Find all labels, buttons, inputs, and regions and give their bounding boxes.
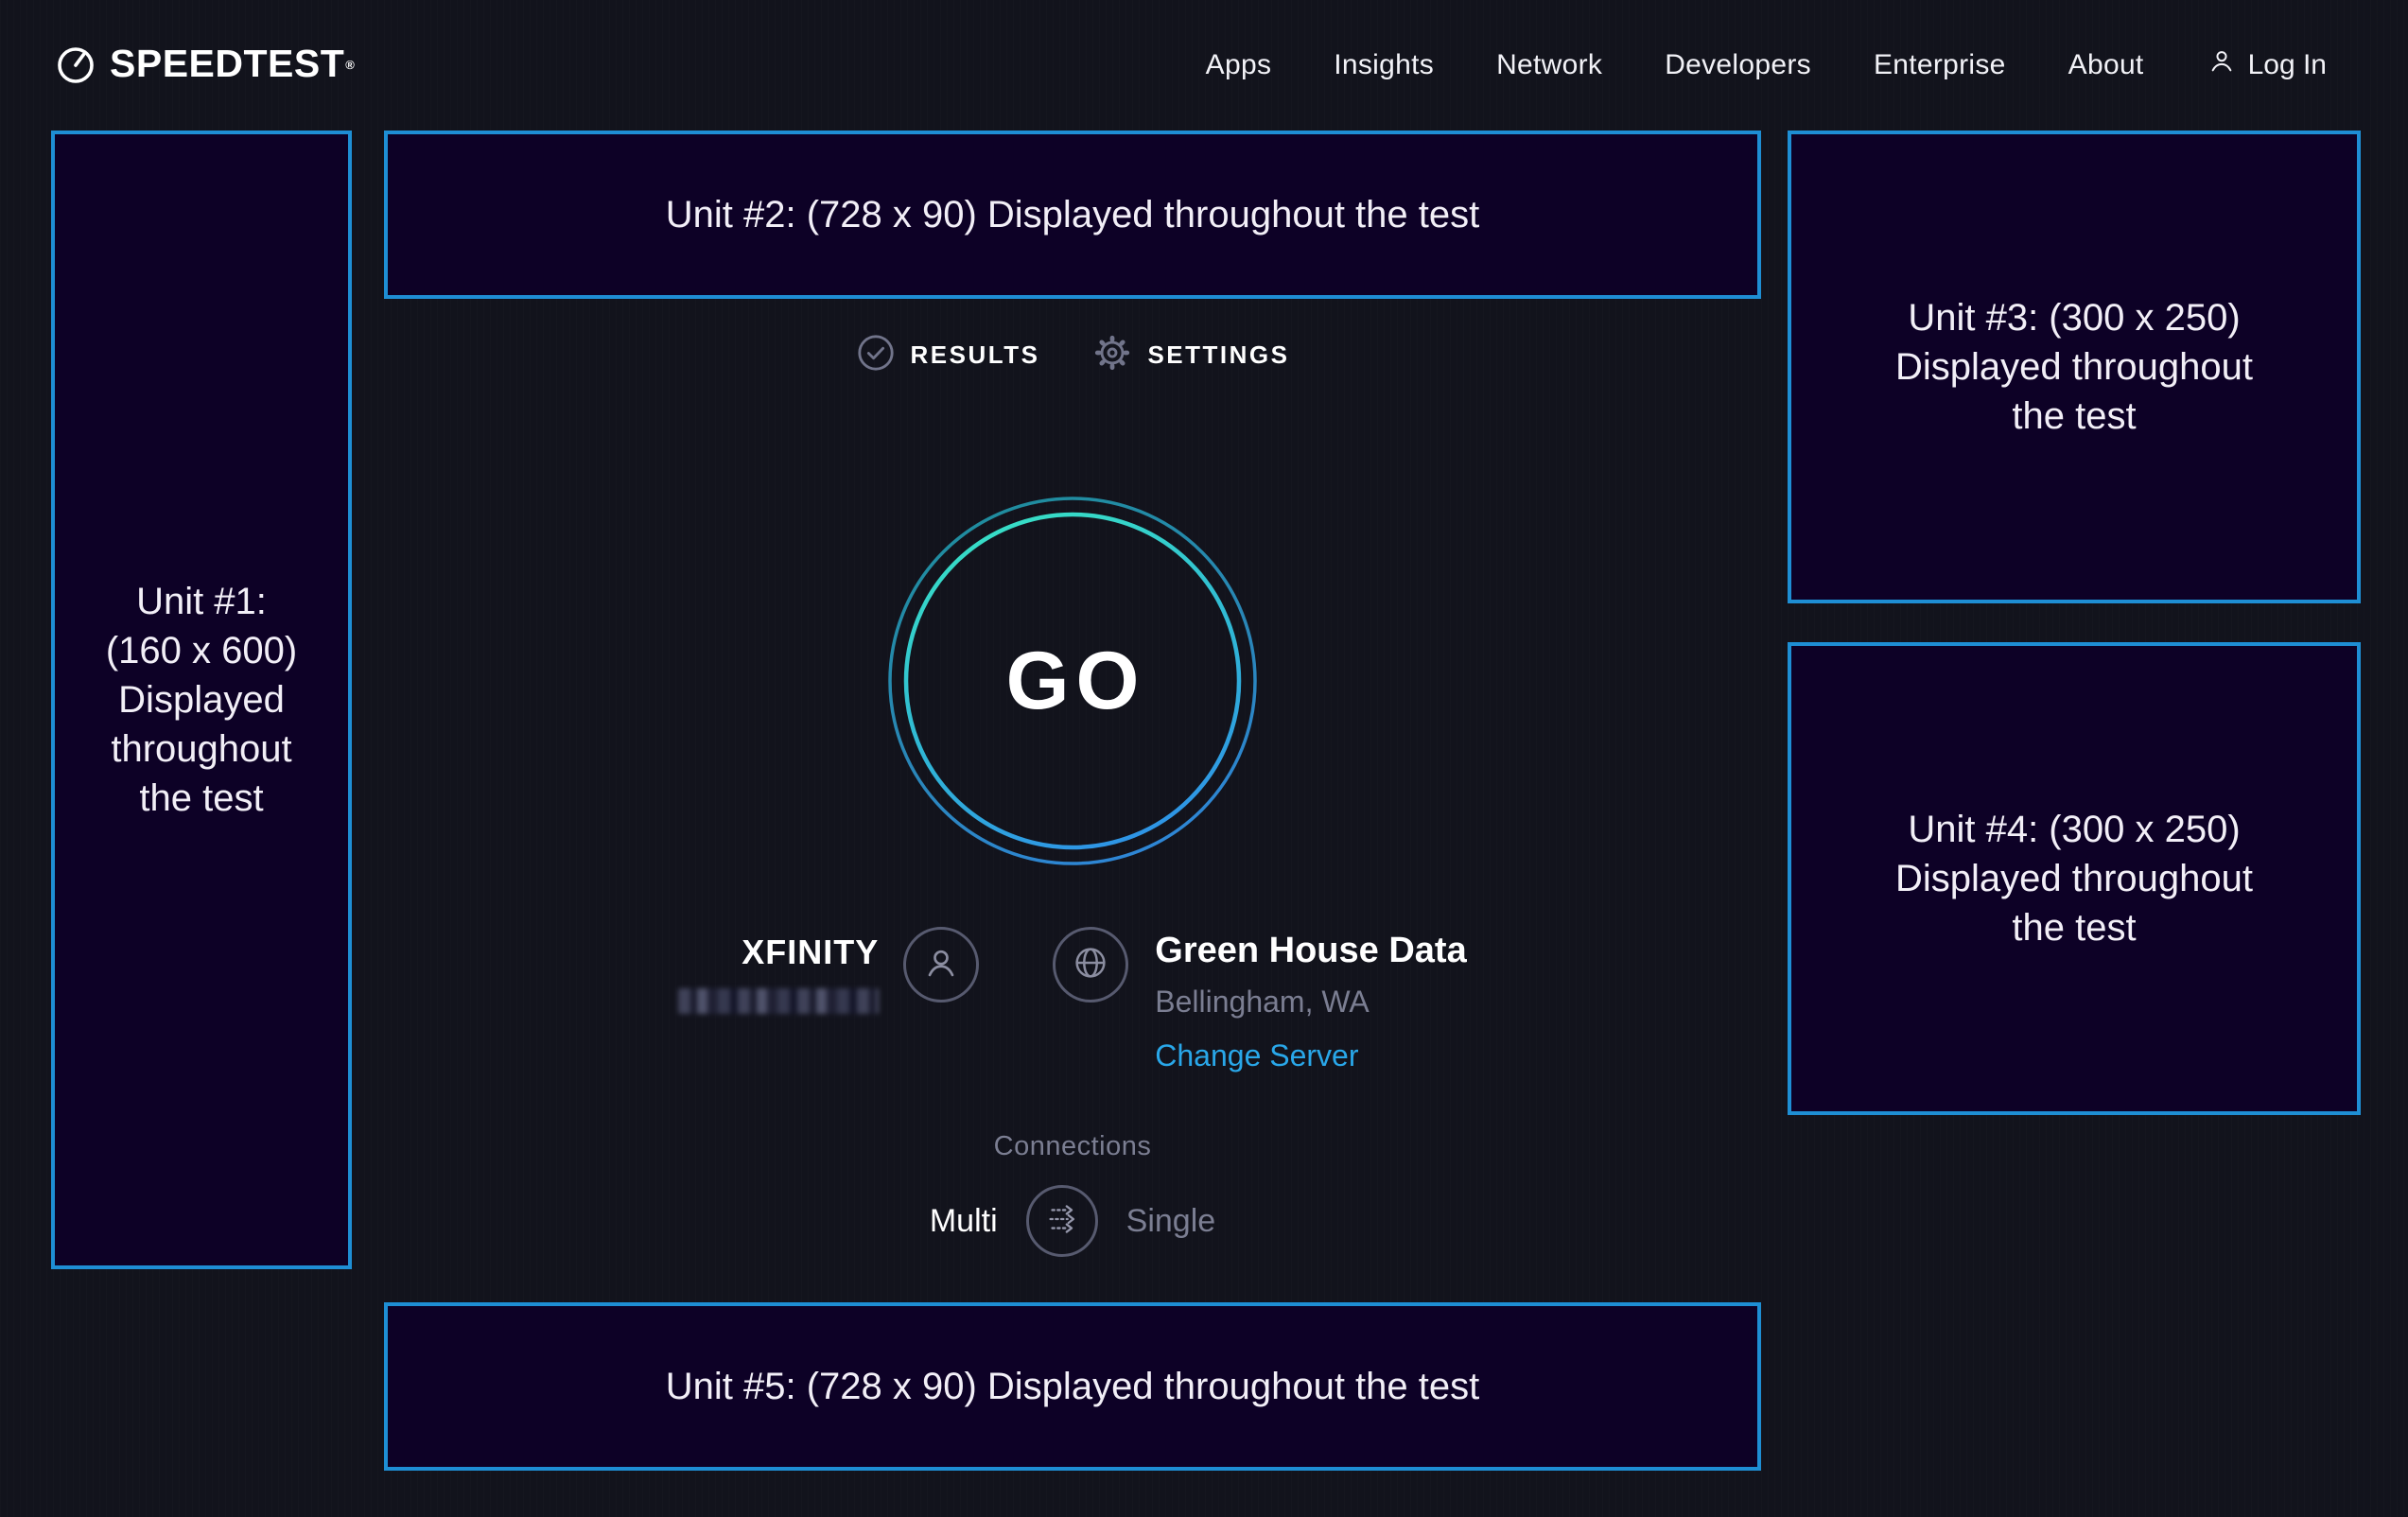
nav-item-apps[interactable]: Apps [1206, 49, 1272, 81]
tab-results-label: RESULTS [911, 340, 1040, 370]
trademark-mark: ® [345, 58, 355, 72]
nav-item-developers[interactable]: Developers [1665, 49, 1811, 81]
gear-icon [1092, 333, 1132, 377]
change-server-link[interactable]: Change Server [1155, 1038, 1358, 1073]
ad-text-line: (160 x 600) [106, 626, 297, 675]
isp-texts: XFINITY [678, 933, 879, 1014]
tab-settings[interactable]: SETTINGS [1092, 333, 1289, 377]
ad-text-line: throughout [111, 724, 291, 774]
speedtest-page: SPEEDTEST® Apps Insights Network Develop… [0, 0, 2408, 1517]
ad-text-line: the test [2012, 392, 2136, 441]
server-block: Green House Data Bellingham, WA Change S… [1053, 927, 1466, 1073]
ad-text-line: Displayed [118, 675, 285, 724]
check-circle-icon [856, 333, 896, 377]
ad-text-line: Displayed throughout [1895, 854, 2253, 903]
isp-block: XFINITY [678, 927, 979, 1014]
tab-settings-label: SETTINGS [1147, 340, 1289, 370]
isp-avatar [903, 927, 979, 1003]
nav-item-network[interactable]: Network [1496, 49, 1602, 81]
ad-text-line: the test [2012, 903, 2136, 952]
ad-unit-3-rectangle[interactable]: Unit #3: (300 x 250) Displayed throughou… [1788, 131, 2361, 603]
results-settings-tabs: RESULTS [384, 333, 1761, 377]
connections-toggle[interactable] [1026, 1185, 1098, 1257]
go-button-label: GO [887, 496, 1258, 866]
connections-toggle-row: Multi Single [930, 1185, 1215, 1257]
tab-results[interactable]: RESULTS [856, 333, 1040, 377]
nav-item-about[interactable]: About [2068, 49, 2144, 81]
ad-unit-2-leaderboard[interactable]: Unit #2: (728 x 90) Displayed throughout… [384, 131, 1761, 299]
connections-option-single[interactable]: Single [1126, 1203, 1216, 1240]
connection-info-row: XFINITY [384, 927, 1761, 1073]
ad-text-line: Unit #3: (300 x 250) [1908, 293, 2240, 342]
person-icon [919, 941, 963, 989]
isp-detail-redacted [678, 988, 879, 1014]
main-nav: Apps Insights Network Developers Enterpr… [1206, 46, 2327, 84]
login-label: Log In [2248, 49, 2327, 81]
ad-text-line: Unit #1: [136, 577, 267, 626]
server-name: Green House Data [1155, 931, 1466, 971]
ad-unit-4-rectangle[interactable]: Unit #4: (300 x 250) Displayed throughou… [1788, 642, 2361, 1115]
server-location: Bellingham, WA [1155, 985, 1466, 1020]
multi-connections-icon [1042, 1199, 1082, 1244]
connections-label: Connections [994, 1131, 1152, 1162]
connections-section: Connections Multi S [384, 1131, 1761, 1257]
go-button[interactable]: GO [887, 496, 1258, 866]
nav-item-insights[interactable]: Insights [1334, 49, 1434, 81]
login-button[interactable]: Log In [2207, 46, 2327, 84]
user-icon [2207, 46, 2237, 84]
speedometer-icon [53, 39, 98, 93]
globe-icon [1069, 941, 1112, 989]
server-globe [1053, 927, 1128, 1003]
ad-text-line: Unit #5: (728 x 90) Displayed throughout… [666, 1362, 1480, 1411]
ad-text-line: Displayed throughout [1895, 342, 2253, 392]
connections-option-multi[interactable]: Multi [930, 1203, 998, 1240]
isp-name: XFINITY [678, 933, 879, 972]
nav-item-enterprise[interactable]: Enterprise [1874, 49, 2006, 81]
ad-text-line: Unit #2: (728 x 90) Displayed throughout… [666, 190, 1480, 239]
server-texts: Green House Data Bellingham, WA Change S… [1155, 931, 1466, 1073]
top-nav-bar: SPEEDTEST® Apps Insights Network Develop… [0, 0, 2408, 131]
speedtest-logo[interactable]: SPEEDTEST® [53, 39, 354, 93]
ad-text-line: Unit #4: (300 x 250) [1908, 805, 2240, 854]
ad-unit-1-skyscraper[interactable]: Unit #1: (160 x 600) Displayed throughou… [51, 131, 352, 1269]
ad-text-line: the test [139, 774, 263, 823]
ad-unit-5-leaderboard[interactable]: Unit #5: (728 x 90) Displayed throughout… [384, 1302, 1761, 1471]
logo-wordmark: SPEEDTEST® [110, 39, 354, 88]
